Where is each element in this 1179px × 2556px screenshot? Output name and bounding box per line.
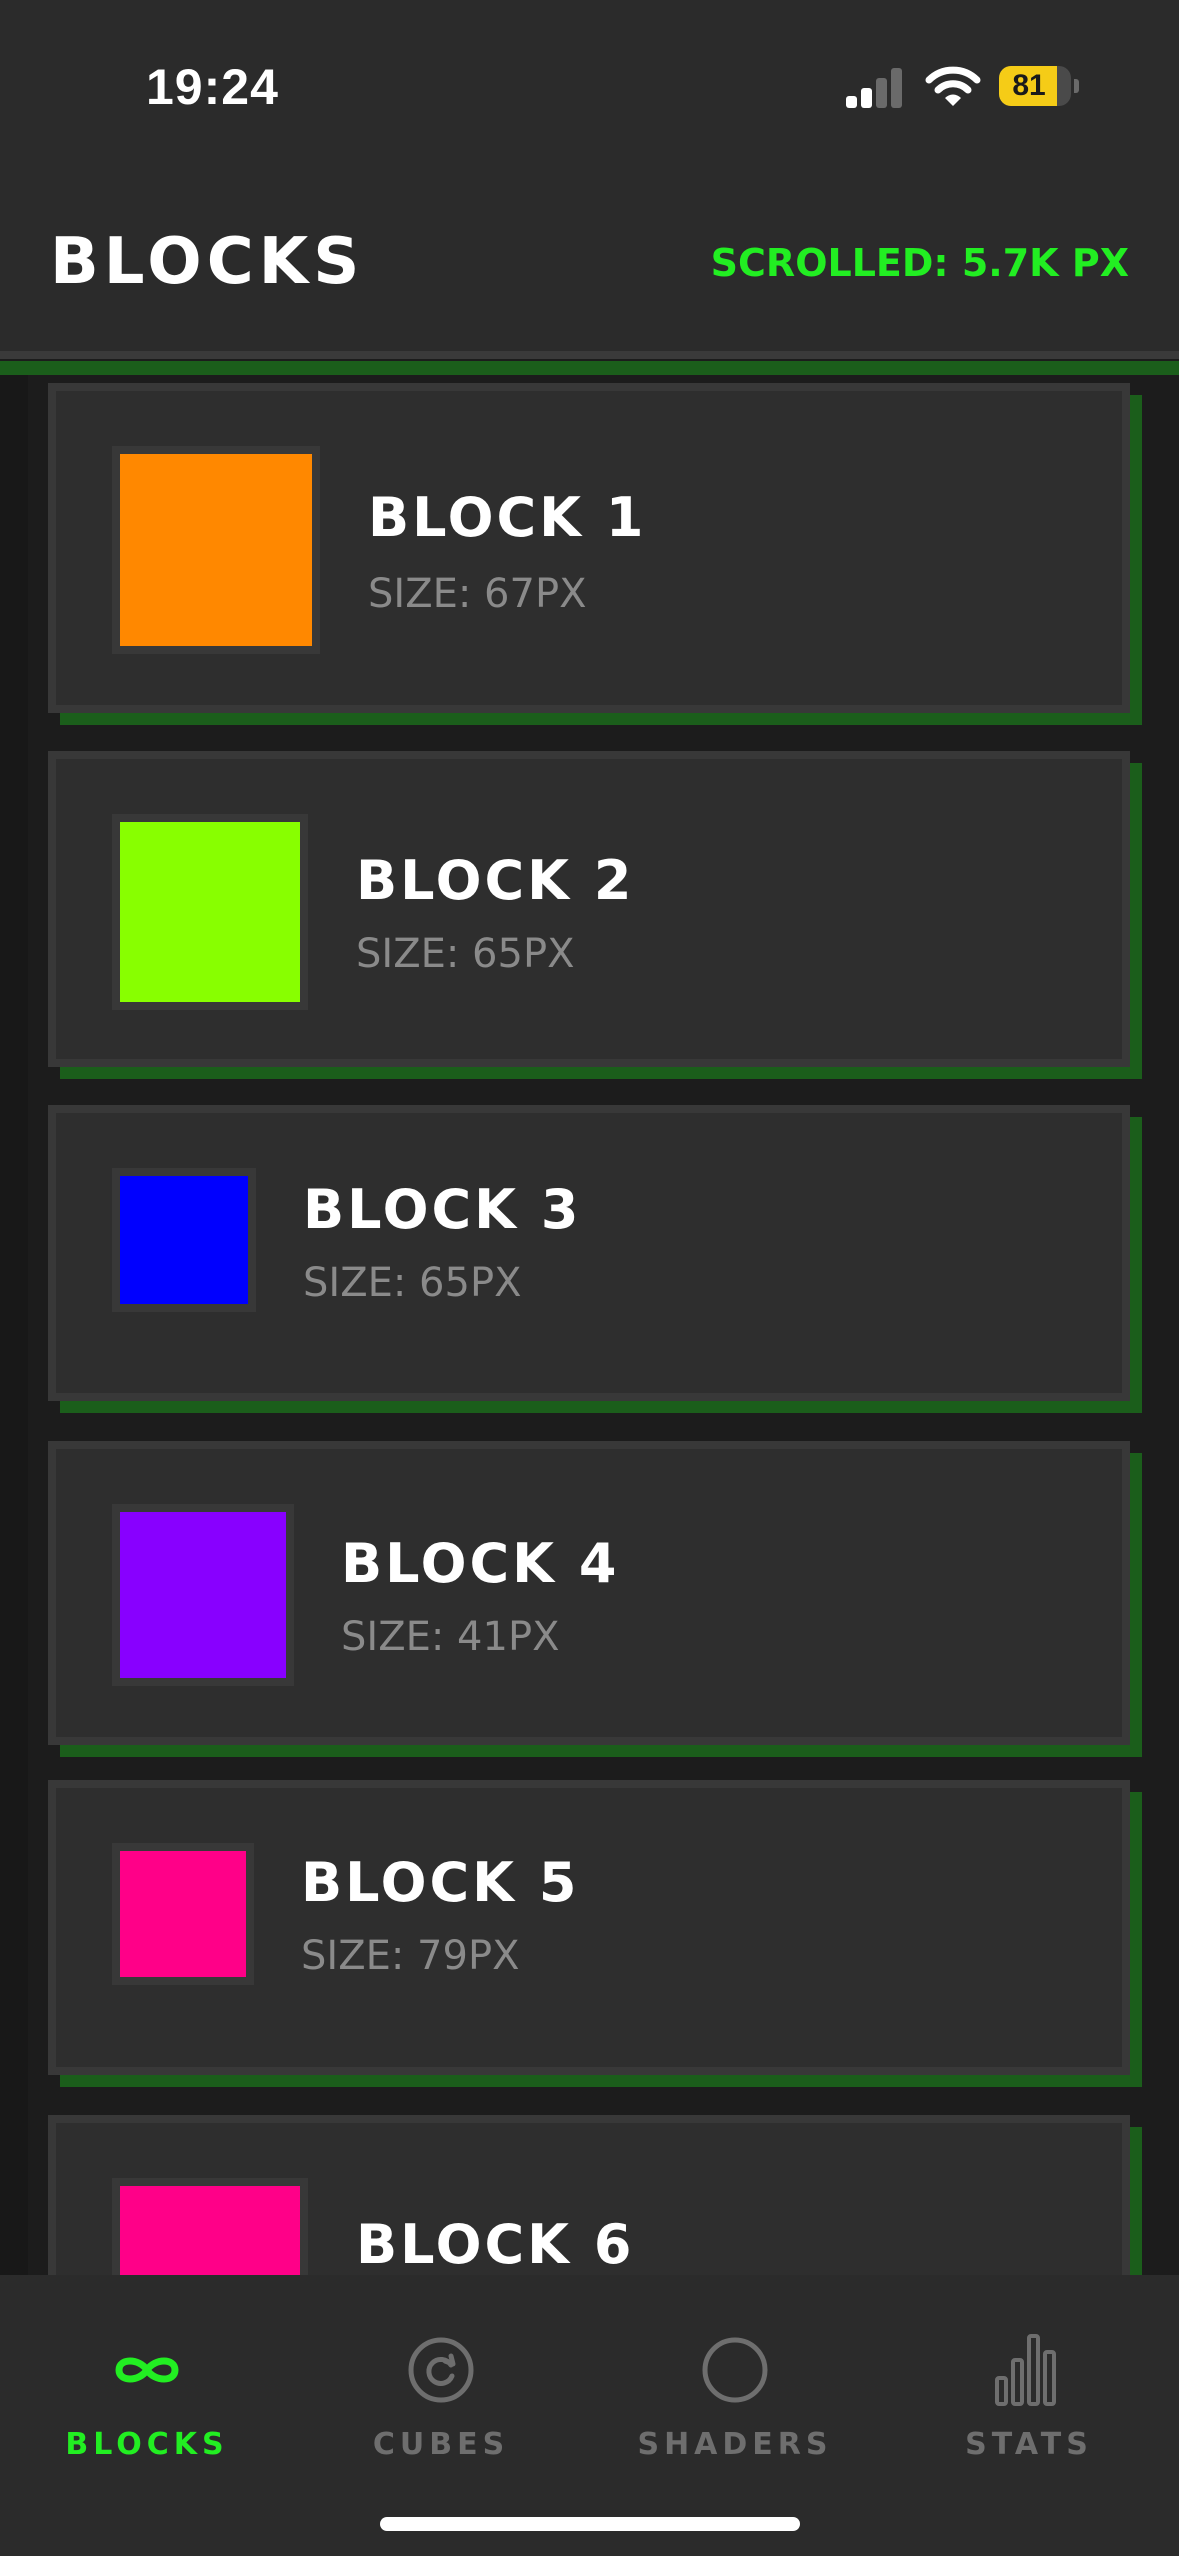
- scroll-counter: SCROLLED: 5.7K PX: [710, 241, 1129, 285]
- cellular-signal-icon: [846, 68, 902, 108]
- page-title: BLOCKS: [50, 225, 365, 299]
- battery-level: 81: [1012, 69, 1046, 102]
- block-size: SIZE: 41PX: [341, 1614, 560, 1660]
- status-time: 19:24: [146, 59, 279, 115]
- block-card-1[interactable]: BLOCK 1 SIZE: 67PX: [48, 383, 1130, 713]
- block-card-4[interactable]: BLOCK 4 SIZE: 41PX: [48, 1441, 1130, 1745]
- refresh-circle-icon: [408, 2337, 474, 2403]
- list-gutter: [0, 375, 28, 2275]
- tab-label: STATS: [965, 2427, 1093, 2462]
- tab-label: CUBES: [372, 2427, 510, 2462]
- block-swatch-frame: [112, 1168, 256, 1312]
- block-size: SIZE: 65PX: [356, 931, 575, 977]
- block-card-2[interactable]: BLOCK 2 SIZE: 65PX: [48, 751, 1130, 1067]
- home-indicator[interactable]: [380, 2517, 800, 2531]
- tab-bar: BLOCKS CUBES SHADERS STATS: [0, 2275, 1179, 2556]
- block-card-3[interactable]: BLOCK 3 SIZE: 65PX: [48, 1105, 1130, 1401]
- block-size: SIZE: 67PX: [368, 571, 587, 617]
- block-card-5[interactable]: BLOCK 5 SIZE: 79PX: [48, 1780, 1130, 2075]
- tab-label: BLOCKS: [65, 2427, 229, 2462]
- header-accent-bar: [0, 361, 1179, 375]
- tab-blocks[interactable]: BLOCKS: [0, 2275, 294, 2475]
- block-swatch-frame: [112, 814, 308, 1010]
- infinity-icon: [115, 2357, 179, 2383]
- block-swatch-frame: [112, 2178, 308, 2275]
- block-title: BLOCK 1: [368, 486, 647, 549]
- block-title: BLOCK 3: [303, 1178, 582, 1241]
- tab-shaders[interactable]: SHADERS: [588, 2275, 882, 2475]
- battery-icon: 81: [999, 66, 1079, 106]
- block-swatch-frame: [112, 1504, 294, 1686]
- bar-chart-icon: [995, 2334, 1056, 2406]
- block-color-swatch: [120, 1512, 286, 1678]
- circle-icon: [702, 2337, 768, 2403]
- blocks-list[interactable]: BLOCK 1 SIZE: 67PX BLOCK 2 SIZE: 65PX BL…: [0, 375, 1179, 2275]
- status-bar: 19:24 81: [0, 0, 1179, 175]
- block-size: SIZE: 79PX: [301, 1933, 520, 1979]
- wifi-icon: [925, 66, 981, 106]
- block-swatch-frame: [112, 446, 320, 654]
- block-title: BLOCK 4: [341, 1532, 620, 1595]
- block-color-swatch: [120, 454, 312, 646]
- block-color-swatch: [120, 2186, 300, 2275]
- block-swatch-frame: [112, 1843, 254, 1985]
- block-color-swatch: [120, 822, 300, 1002]
- block-title: BLOCK 5: [301, 1851, 580, 1914]
- block-size: SIZE: 65PX: [303, 1260, 522, 1306]
- tab-stats[interactable]: STATS: [882, 2275, 1176, 2475]
- block-title: BLOCK 2: [356, 849, 635, 912]
- tab-cubes[interactable]: CUBES: [294, 2275, 588, 2475]
- block-card-6[interactable]: BLOCK 6: [48, 2115, 1130, 2275]
- block-color-swatch: [120, 1851, 246, 1977]
- tab-label: SHADERS: [637, 2427, 833, 2462]
- block-color-swatch: [120, 1176, 248, 1304]
- app-header: BLOCKS SCROLLED: 5.7K PX: [0, 175, 1179, 359]
- block-title: BLOCK 6: [356, 2213, 635, 2275]
